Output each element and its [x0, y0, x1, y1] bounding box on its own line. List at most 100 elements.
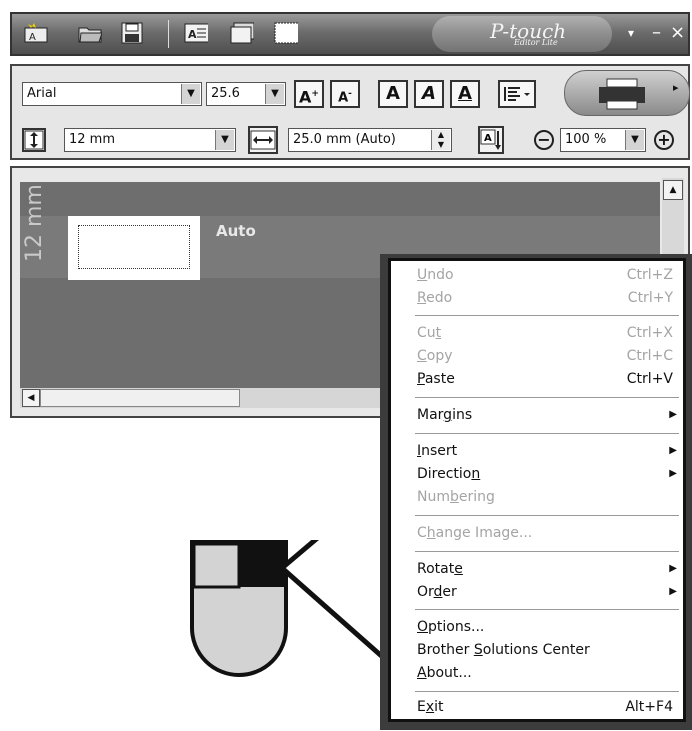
increase-font-button[interactable]: A+ — [294, 80, 324, 108]
title-bar: A A P-touch Editor Lite ▾ – × — [10, 12, 690, 56]
menu-item-order[interactable]: Order ▶ — [417, 582, 677, 602]
bold-button[interactable]: A — [378, 80, 408, 108]
length-spinner[interactable]: ▲ ▼ — [431, 130, 450, 150]
zoom-value: 100 % — [565, 132, 607, 147]
tape-width-select[interactable]: 12 mm ▼ — [64, 128, 236, 152]
menu-separator — [415, 551, 679, 552]
menu-separator — [415, 609, 679, 610]
label-length-field[interactable]: 25.0 mm (Auto) ▲ ▼ — [288, 128, 452, 152]
zoom-select[interactable]: 100 % ▼ — [560, 128, 646, 152]
change-image-label: Change Image... — [417, 525, 533, 541]
printer-icon — [599, 78, 645, 110]
italic-button[interactable]: A — [414, 80, 444, 108]
menu-separator — [415, 397, 679, 398]
undo-shortcut: Ctrl+Z — [626, 267, 673, 283]
numbering-label: Numbering — [417, 489, 495, 505]
redo-shortcut: Ctrl+Y — [627, 290, 673, 306]
rotate-label: Rotate — [417, 561, 463, 577]
menu-item-numbering[interactable]: Numbering — [417, 487, 677, 507]
menu-separator — [415, 691, 679, 692]
redo-label: Redo — [417, 290, 453, 306]
label-preview[interactable] — [68, 216, 200, 280]
auto-length-label: Auto — [216, 222, 256, 240]
menu-item-about[interactable]: About... — [417, 663, 677, 683]
submenu-arrow-icon: ▶ — [669, 586, 677, 597]
text-box-placeholder[interactable] — [78, 225, 190, 269]
dropdown-arrow-icon[interactable]: ▼ — [215, 130, 234, 150]
menu-separator — [415, 433, 679, 434]
menu-item-undo[interactable]: Undo Ctrl+Z — [417, 265, 677, 285]
text-frame-icon[interactable]: A — [184, 22, 208, 44]
scroll-up-icon[interactable]: ▲ — [663, 180, 683, 200]
menu-item-exit[interactable]: Exit Alt+F4 — [417, 697, 677, 717]
scroll-thumb[interactable] — [40, 389, 240, 407]
text-direction-icon[interactable]: A — [478, 126, 504, 154]
copy-shortcut: Ctrl+C — [626, 348, 673, 364]
zoom-out-button[interactable]: − — [534, 130, 554, 150]
menu-separator — [415, 315, 679, 316]
font-name-select[interactable]: Arial ▼ — [22, 82, 202, 106]
submenu-arrow-icon: ▶ — [669, 563, 677, 574]
cut-shortcut: Ctrl+X — [626, 325, 673, 341]
print-button[interactable]: ▸ — [564, 70, 690, 116]
insert-label: Insert — [417, 443, 458, 459]
menu-item-insert[interactable]: Insert ▶ — [417, 441, 677, 461]
font-name-value: Arial — [27, 86, 57, 101]
decrease-font-label: A — [338, 90, 349, 106]
italic-label: A — [422, 83, 436, 104]
dropdown-arrow-icon[interactable]: ▼ — [265, 84, 284, 104]
bold-label: A — [386, 83, 400, 104]
menu-item-rotate[interactable]: Rotate ▶ — [417, 559, 677, 579]
options-label: Options... — [417, 619, 485, 635]
property-toolbar: Arial ▼ 25.6 ▼ A+ A- A A A ▸ 12 mm ▼ 25.… — [10, 64, 690, 160]
menu-separator — [415, 515, 679, 516]
menu-item-brother-solutions-center[interactable]: Brother Solutions Center — [417, 640, 677, 660]
font-size-value: 25.6 — [211, 86, 240, 101]
margins-label: Margins — [417, 407, 473, 423]
about-label: About... — [417, 665, 472, 681]
menu-item-margins[interactable]: Margins ▶ — [417, 405, 677, 425]
label-length-value: 25.0 mm (Auto) — [293, 132, 396, 147]
tape-width-ruler-label: 12 mm — [22, 184, 47, 262]
print-options-arrow-icon[interactable]: ▸ — [673, 81, 679, 94]
menu-item-paste[interactable]: Paste Ctrl+V — [417, 369, 677, 389]
context-menu: Undo Ctrl+Z Redo Ctrl+Y Cut Ctrl+X Copy Ctrl… — [388, 258, 686, 722]
paste-label: Paste — [417, 371, 455, 387]
brother-solutions-center-label: Brother Solutions Center — [417, 642, 590, 658]
exit-label: Exit — [417, 699, 444, 715]
label-length-icon — [248, 126, 278, 154]
save-icon[interactable] — [120, 22, 144, 44]
layout-icon[interactable] — [230, 22, 254, 44]
cut-label: Cut — [417, 325, 442, 341]
menu-item-redo[interactable]: Redo Ctrl+Y — [417, 288, 677, 308]
menu-item-copy[interactable]: Copy Ctrl+C — [417, 346, 677, 366]
copy-label: Copy — [417, 348, 453, 364]
open-icon[interactable] — [78, 22, 102, 44]
minimize-button[interactable]: – — [652, 22, 661, 44]
decrease-font-button[interactable]: A- — [330, 80, 360, 108]
frame-icon[interactable] — [274, 22, 298, 44]
underline-button[interactable]: A — [450, 80, 480, 108]
app-logo-subtitle: Editor Lite — [514, 38, 558, 47]
menu-item-cut[interactable]: Cut Ctrl+X — [417, 323, 677, 343]
increase-font-label: A — [299, 87, 312, 107]
dropdown-arrow-icon[interactable]: ▼ — [625, 130, 644, 150]
menu-item-change-image[interactable]: Change Image... — [417, 523, 677, 543]
order-label: Order — [417, 584, 457, 600]
separator — [168, 20, 169, 48]
font-size-select[interactable]: 25.6 ▼ — [206, 82, 286, 106]
alignment-button[interactable] — [498, 80, 536, 108]
new-label-icon[interactable]: A — [24, 22, 48, 44]
menu-item-direction[interactable]: Direction ▶ — [417, 464, 677, 484]
scroll-left-icon[interactable]: ◀ — [22, 389, 40, 407]
menu-item-options[interactable]: Options... — [417, 617, 677, 637]
tape-width-icon — [22, 128, 46, 152]
dropdown-arrow-icon[interactable]: ▼ — [181, 84, 200, 104]
tape-width-value: 12 mm — [69, 132, 116, 147]
close-button[interactable]: × — [670, 22, 685, 44]
underline-label: A — [458, 83, 472, 104]
submenu-arrow-icon: ▶ — [669, 468, 677, 479]
menu-chevron-icon[interactable]: ▾ — [628, 22, 634, 44]
zoom-in-button[interactable]: + — [654, 130, 674, 150]
svg-text:A: A — [188, 28, 197, 41]
